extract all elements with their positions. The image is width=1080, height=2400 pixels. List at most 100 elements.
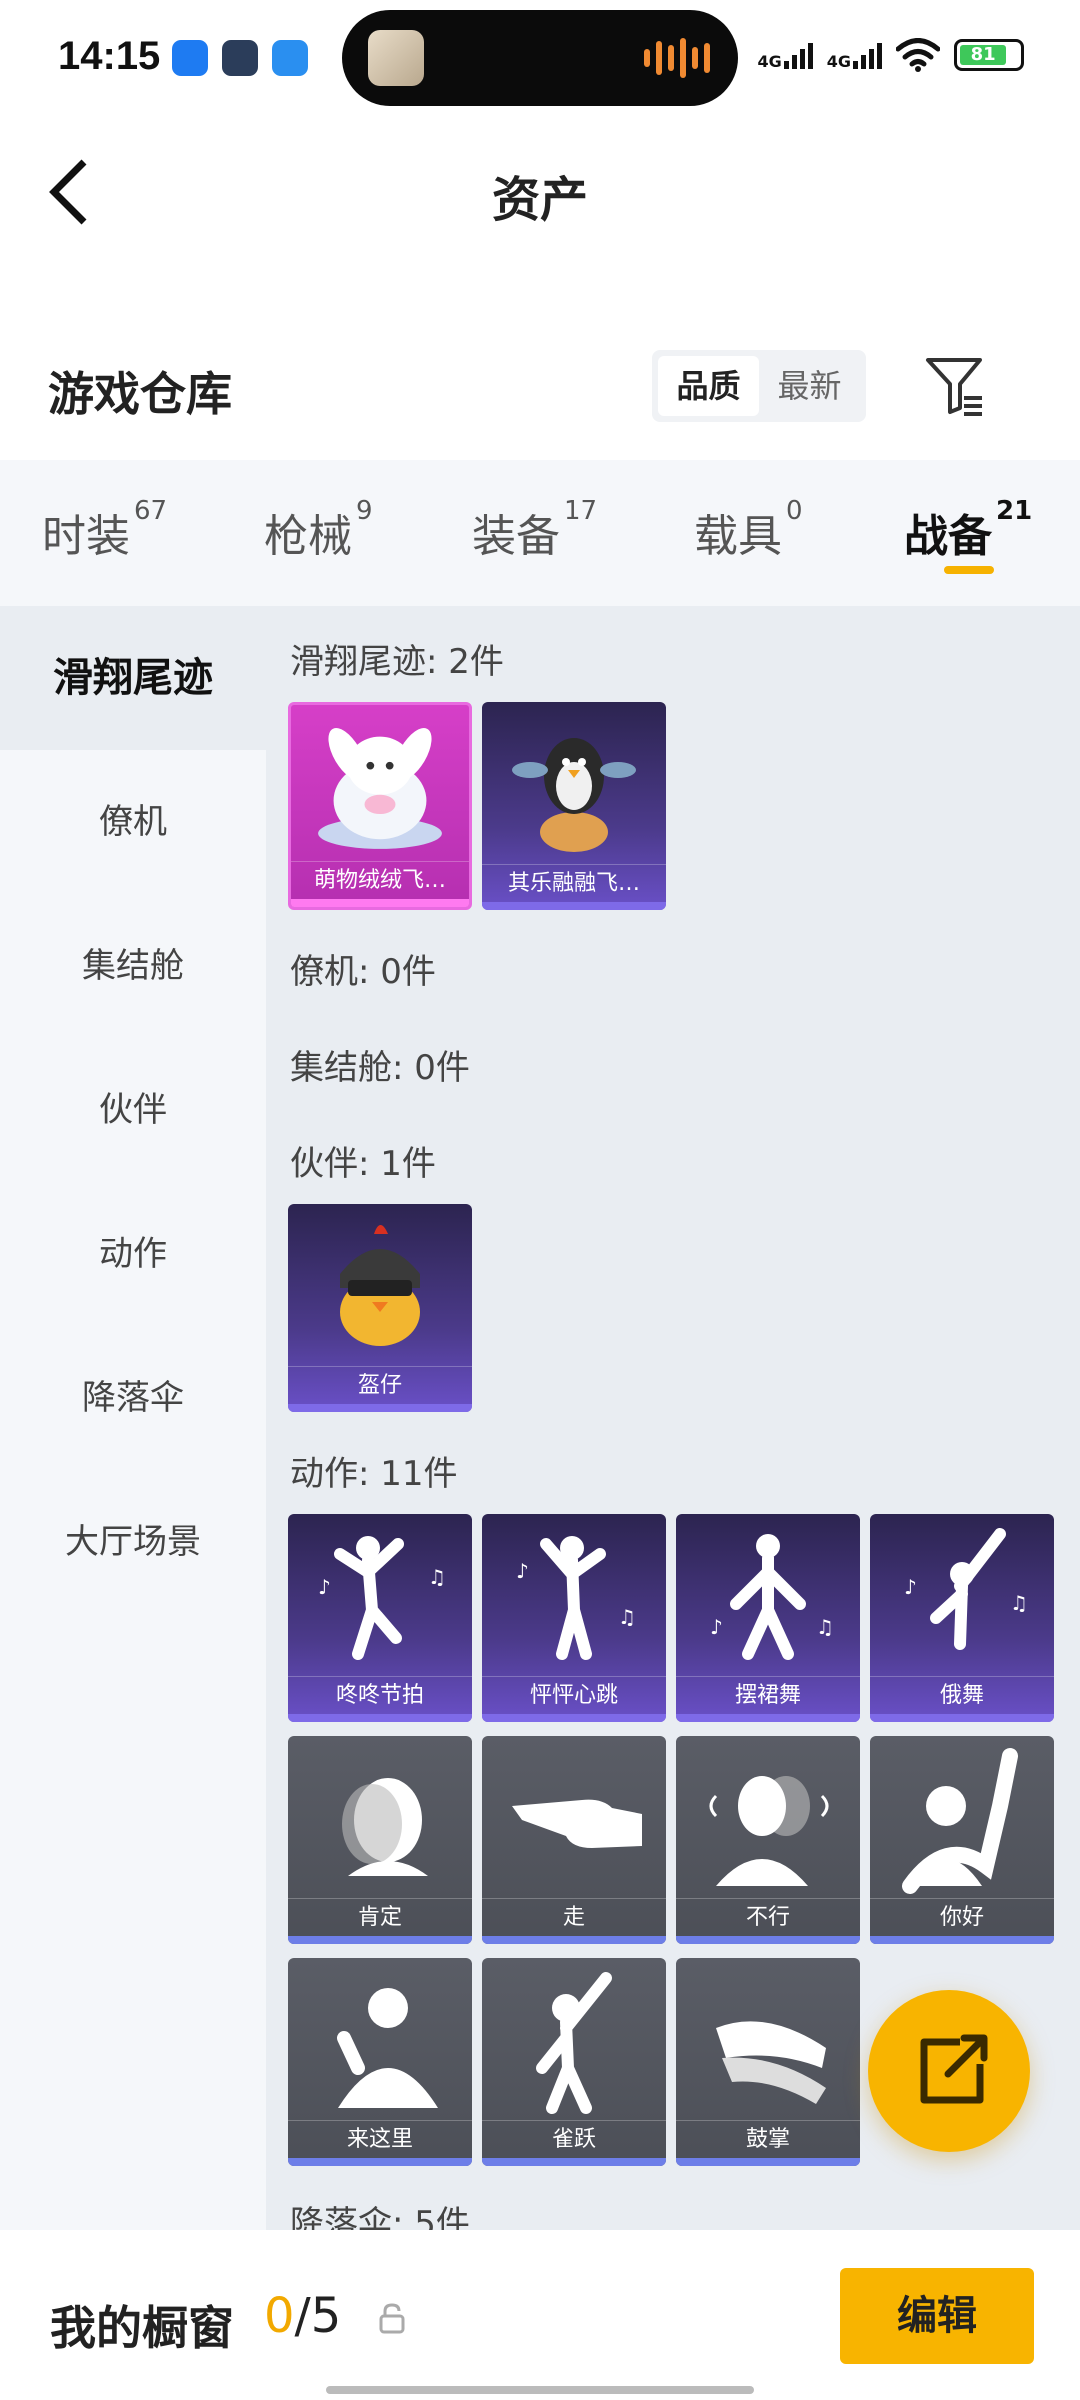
item-name: 怦怦心跳 bbox=[482, 1676, 666, 1714]
rarity-bar bbox=[482, 2158, 666, 2166]
item-card[interactable]: 你好 bbox=[870, 1736, 1054, 1944]
tab-count: 21 bbox=[996, 496, 1033, 526]
group-title-glide: 滑翔尾迹: 2件 bbox=[290, 642, 504, 682]
wifi-icon bbox=[896, 38, 940, 72]
svg-text:♪: ♪ bbox=[710, 1615, 723, 1639]
signal-2: 4G bbox=[826, 41, 882, 71]
tab-equipment[interactable]: 装备 17 bbox=[472, 496, 597, 564]
battery-icon: 81 bbox=[954, 39, 1024, 71]
item-name: 走 bbox=[482, 1898, 666, 1936]
item-card[interactable]: 萌物绒绒飞… bbox=[288, 702, 472, 910]
item-card[interactable]: 雀跃 bbox=[482, 1958, 666, 2166]
item-card[interactable]: 肯定 bbox=[288, 1736, 472, 1944]
signal-bars-icon bbox=[853, 41, 882, 69]
edit-button[interactable]: 编辑 bbox=[840, 2268, 1034, 2364]
sort-quality-button[interactable]: 品质 bbox=[658, 356, 759, 416]
sort-newest-button[interactable]: 最新 bbox=[759, 356, 860, 416]
rarity-bar bbox=[676, 1714, 860, 1722]
status-bar: 14:15 4G 4G 81 bbox=[0, 0, 1080, 120]
app-k-icon bbox=[172, 40, 208, 76]
sidebar-item-emote[interactable]: 动作 bbox=[0, 1182, 266, 1326]
sidebar-item-partner[interactable]: 伙伴 bbox=[0, 1038, 266, 1182]
sidebar-item-lobby-scene[interactable]: 大厅场景 bbox=[0, 1470, 266, 1614]
dance-pose-image: ♪ ♫ bbox=[516, 1536, 636, 1660]
nod-head-image bbox=[342, 1778, 428, 1876]
group-title-parachute: 降落伞: 5件 bbox=[290, 2204, 470, 2230]
category-tabs: 时装 67 枪械 9 装备 17 载具 0 战备 21 bbox=[0, 460, 1080, 606]
lock-icon bbox=[379, 2303, 405, 2334]
item-list[interactable]: 滑翔尾迹: 2件 萌物绒绒飞… 其乐融融飞… 僚机: 0件 集结舱: 0件 伙伴… bbox=[266, 606, 1080, 2230]
dance-pose-image: ♪ ♫ bbox=[710, 1534, 834, 1660]
shake-head-image bbox=[709, 1776, 829, 1886]
pointing-hand-image bbox=[512, 1799, 642, 1848]
rarity-bar bbox=[288, 1404, 472, 1412]
sidebar-item-glide-trail[interactable]: 滑翔尾迹 bbox=[0, 606, 266, 750]
svg-text:♫: ♫ bbox=[816, 1615, 834, 1639]
app-feather-icon bbox=[272, 40, 308, 76]
item-name: 咚咚节拍 bbox=[288, 1676, 472, 1714]
item-card[interactable]: 不行 bbox=[676, 1736, 860, 1944]
showcase-current: 0 bbox=[264, 2288, 295, 2344]
item-card[interactable]: ♪ ♫ 摆裙舞 bbox=[676, 1514, 860, 1722]
item-card[interactable]: 其乐融融飞… bbox=[482, 702, 666, 910]
tab-guns[interactable]: 枪械 9 bbox=[264, 496, 373, 564]
rarity-bar bbox=[482, 1936, 666, 1944]
tab-fashion[interactable]: 时装 67 bbox=[42, 496, 167, 564]
item-card[interactable]: 盔仔 bbox=[288, 1204, 472, 1412]
item-card[interactable]: ♪ ♫ 咚咚节拍 bbox=[288, 1514, 472, 1722]
filter-icon bbox=[926, 358, 982, 416]
share-icon bbox=[920, 2034, 988, 2104]
item-card[interactable]: ♪ ♫ 俄舞 bbox=[870, 1514, 1054, 1722]
penguin-image bbox=[512, 738, 636, 852]
item-name: 鼓掌 bbox=[676, 2120, 860, 2158]
svg-text:♫: ♫ bbox=[1010, 1591, 1028, 1615]
page-title: 资产 bbox=[491, 172, 588, 228]
tab-vehicles[interactable]: 载具 0 bbox=[694, 496, 803, 564]
tab-label: 装备 bbox=[472, 511, 560, 562]
rarity-bar bbox=[482, 902, 666, 910]
warehouse-title: 游戏仓库 bbox=[48, 367, 232, 421]
dynamic-island[interactable] bbox=[342, 10, 738, 106]
signal-bars-icon bbox=[783, 41, 813, 69]
rarity-bar bbox=[288, 1936, 472, 1944]
network-type-2: 4G bbox=[826, 52, 851, 71]
item-card[interactable]: 走 bbox=[482, 1736, 666, 1944]
item-name: 你好 bbox=[870, 1898, 1054, 1936]
media-thumbnail bbox=[368, 30, 424, 86]
sidebar-item-capsule[interactable]: 集结舱 bbox=[0, 894, 266, 1038]
rarity-bar bbox=[870, 1936, 1054, 1944]
network-type-1: 4G bbox=[757, 52, 782, 71]
sidebar-item-parachute[interactable]: 降落伞 bbox=[0, 1326, 266, 1470]
svg-text:♪: ♪ bbox=[318, 1575, 331, 1599]
item-card[interactable]: 鼓掌 bbox=[676, 1958, 860, 2166]
notification-icons bbox=[172, 40, 308, 76]
tab-count: 9 bbox=[356, 496, 373, 526]
tab-combat-prep[interactable]: 战备 21 bbox=[904, 496, 1032, 564]
item-card[interactable]: ♪ ♫ 怦怦心跳 bbox=[482, 1514, 666, 1722]
item-name: 俄舞 bbox=[870, 1676, 1054, 1714]
home-indicator[interactable] bbox=[326, 2386, 754, 2394]
share-button[interactable] bbox=[868, 1990, 1030, 2152]
svg-text:♫: ♫ bbox=[428, 1565, 446, 1589]
showcase-count: 0/5 bbox=[264, 2288, 341, 2344]
tab-count: 67 bbox=[134, 496, 168, 526]
item-card[interactable]: 来这里 bbox=[288, 1958, 472, 2166]
app-game-icon bbox=[222, 40, 258, 76]
tab-label: 时装 bbox=[42, 511, 130, 562]
jump-joy-image bbox=[536, 1972, 612, 2114]
filter-button[interactable] bbox=[922, 354, 986, 418]
item-name: 肯定 bbox=[288, 1898, 472, 1936]
tab-label: 战备 bbox=[904, 511, 992, 562]
come-here-image bbox=[337, 1988, 438, 2108]
item-name: 雀跃 bbox=[482, 2120, 666, 2158]
tab-label: 枪械 bbox=[264, 511, 352, 562]
svg-text:♪: ♪ bbox=[516, 1559, 529, 1583]
tab-indicator bbox=[944, 566, 994, 574]
item-name: 来这里 bbox=[288, 2120, 472, 2158]
audio-wave-icon bbox=[644, 38, 710, 78]
sidebar-item-wingman[interactable]: 僚机 bbox=[0, 750, 266, 894]
wave-hand-image bbox=[902, 1748, 1018, 1894]
rarity-bar bbox=[482, 1714, 666, 1722]
rarity-bar bbox=[288, 2158, 472, 2166]
rarity-bar bbox=[288, 1714, 472, 1722]
